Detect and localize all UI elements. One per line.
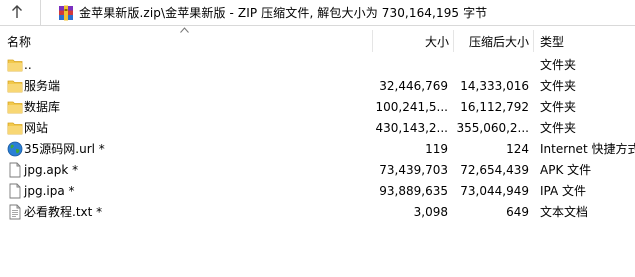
file-name: 服务端 [24,79,61,93]
file-size: 119 [425,142,448,156]
list-item[interactable]: 数据库 100,241,5... 16,112,792 文件夹 [0,97,635,118]
file-name: jpg.apk * [24,163,79,177]
file-type: 文件夹 [540,79,577,93]
document-icon [9,162,21,178]
file-list: .. 文件夹 服务端 32,446,769 14,333,016 文件夹 数据库… [0,55,635,223]
file-type: 文本文档 [540,205,589,219]
list-item[interactable]: 必看教程.txt * 3,098 649 文本文档 [0,202,635,223]
list-item[interactable]: 网站 430,143,2... 355,060,2... 文件夹 [0,118,635,139]
column-name-header[interactable]: 名称 [0,27,373,52]
column-size-header[interactable]: 大小 [373,30,454,52]
list-item[interactable]: 服务端 32,446,769 14,333,016 文件夹 [0,76,635,97]
folder-icon [7,80,23,93]
column-type-header[interactable]: 类型 [534,30,635,52]
folder-icon [7,122,23,135]
file-packed-size: 73,044,949 [460,184,529,198]
folder-icon [7,101,23,114]
column-size-label: 大小 [424,35,449,49]
file-packed-size: 124 [506,142,529,156]
file-type: 文件夹 [540,121,577,135]
file-packed-size: 72,654,439 [460,163,529,177]
list-item[interactable]: jpg.ipa * 93,889,635 73,044,949 IPA 文件 [0,181,635,202]
file-packed-size: 355,060,2... [456,121,529,135]
list-item-parent[interactable]: .. 文件夹 [0,55,635,76]
file-size: 93,889,635 [379,184,448,198]
folder-icon [7,59,23,72]
sort-ascending-icon [180,27,189,33]
file-size: 73,439,703 [379,163,448,177]
document-icon [9,183,21,199]
file-packed-size: 16,112,792 [460,100,529,114]
archive-icon [59,5,73,20]
file-size: 3,098 [413,205,448,219]
file-packed-size: 649 [506,205,529,219]
file-name: jpg.ipa * [24,184,75,198]
list-item[interactable]: jpg.apk * 73,439,703 72,654,439 APK 文件 [0,160,635,181]
list-item[interactable]: 35源码网.url * 119 124 Internet 快捷方式 [0,139,635,160]
file-size: 100,241,5... [375,100,448,114]
column-packed-label: 压缩后大小 [468,35,529,49]
archive-path: 金苹果新版.zip\金苹果新版 - ZIP 压缩文件, 解包大小为 730,16… [79,6,488,20]
file-type: IPA 文件 [540,184,587,198]
file-size: 430,143,2... [375,121,448,135]
up-arrow-icon[interactable] [7,3,27,21]
file-name: .. [24,58,32,72]
file-type: 文件夹 [540,58,577,72]
file-type: 文件夹 [540,100,577,114]
file-size: 32,446,769 [379,79,448,93]
file-name: 35源码网.url * [24,142,105,156]
file-type: APK 文件 [540,163,592,177]
file-name: 数据库 [24,100,61,114]
column-packed-header[interactable]: 压缩后大小 [454,30,534,52]
column-name-label: 名称 [7,35,32,49]
file-packed-size: 14,333,016 [460,79,529,93]
file-name: 必看教程.txt * [24,205,103,219]
globe-icon [7,141,23,157]
text-document-icon [9,204,21,220]
file-name: 网站 [24,121,49,135]
file-type: Internet 快捷方式 [540,142,635,156]
path-bar: 金苹果新版.zip\金苹果新版 - ZIP 压缩文件, 解包大小为 730,16… [0,0,635,26]
path-field[interactable]: 金苹果新版.zip\金苹果新版 - ZIP 压缩文件, 解包大小为 730,16… [40,0,635,25]
column-type-label: 类型 [540,35,565,49]
column-header: 名称 大小 压缩后大小 类型 [0,27,635,52]
